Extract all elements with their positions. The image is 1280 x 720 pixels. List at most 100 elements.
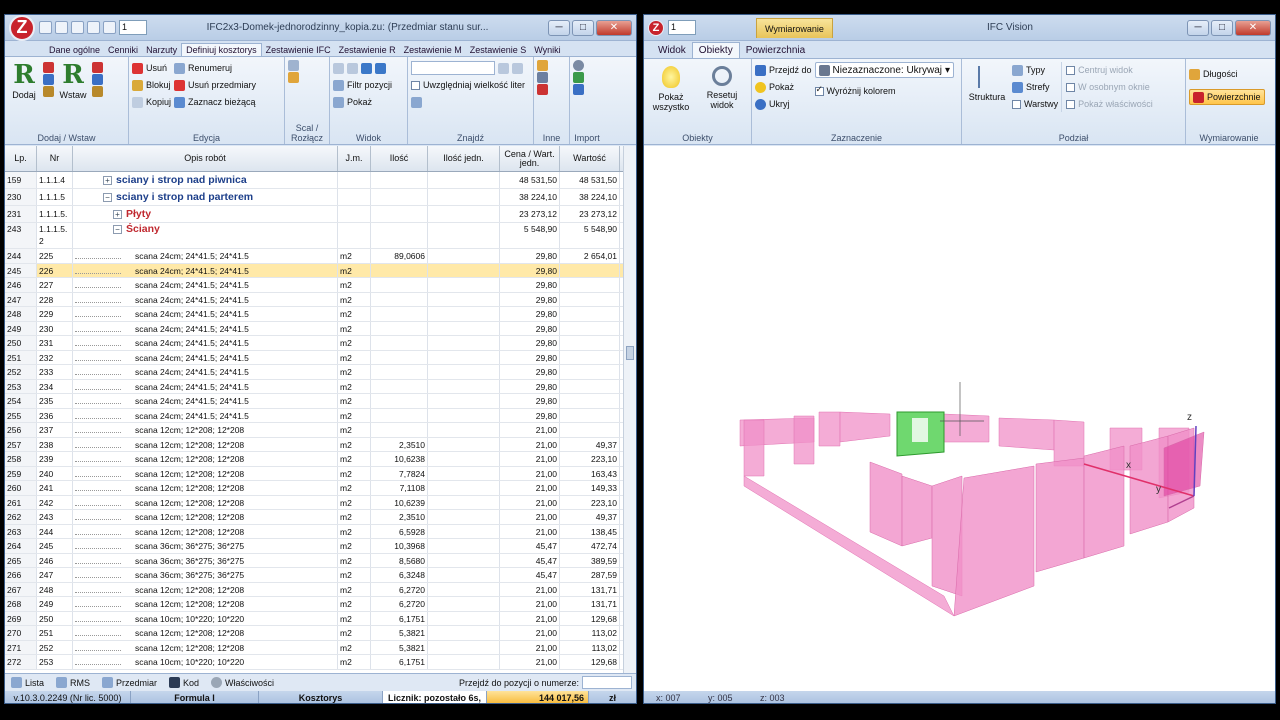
table-row[interactable]: 2311.1.1.5. 1 + Płyty 23 273,1223 273,12: [5, 206, 636, 223]
e-icon[interactable]: [43, 62, 54, 73]
arrow-up-icon[interactable]: [361, 62, 372, 74]
table-row[interactable]: 267 248 scana 12cm; 12*208; 12*208 m2 6,2720…: [5, 582, 636, 597]
usun-button[interactable]: Usuń: [132, 60, 171, 76]
new-file-icon[interactable]: [39, 21, 52, 34]
building-model[interactable]: x y z: [644, 146, 1275, 691]
przejdz-do-button[interactable]: Przejdź do: [755, 62, 812, 78]
tab-rms[interactable]: RMS: [56, 677, 90, 688]
right-spinner[interactable]: 1: [668, 20, 696, 35]
powierzchnie-button[interactable]: Powierzchnie: [1189, 89, 1265, 105]
table-row[interactable]: 254 235 scana 24cm; 24*41.5; 24*41.5 m2 29,8…: [5, 394, 636, 409]
usun-przedmiary-button[interactable]: Usuń przedmiary: [174, 77, 256, 93]
resetuj-widok-button[interactable]: Resetuj widok: [698, 62, 746, 110]
e2-icon[interactable]: [92, 62, 103, 73]
context-tab-wymiarowanie[interactable]: Wymiarowanie: [756, 17, 833, 38]
table-row[interactable]: 262 243 scana 12cm; 12*208; 12*208 m2 2,3510…: [5, 510, 636, 525]
table-row[interactable]: 255 236 scana 24cm; 24*41.5; 24*41.5 m2 29,8…: [5, 408, 636, 423]
table-row[interactable]: 253 234 scana 24cm; 24*41.5; 24*41.5 m2 29,8…: [5, 379, 636, 394]
table-row[interactable]: 261 242 scana 12cm; 12*208; 12*208 m2 10,623…: [5, 495, 636, 510]
header-wartosc[interactable]: Wartość: [560, 146, 620, 171]
arrow-right-icon[interactable]: [347, 62, 358, 74]
strefy-button[interactable]: Strefy: [1012, 79, 1058, 95]
table-row[interactable]: 249 230 scana 24cm; 24*41.5; 24*41.5 m2 29,8…: [5, 321, 636, 336]
wstaw-button[interactable]: R Wstaw: [57, 60, 89, 100]
header-ilosc-jedn[interactable]: Ilość jedn.: [428, 146, 500, 171]
wall-segment[interactable]: [953, 465, 1035, 617]
tab-kod[interactable]: Kod: [169, 677, 199, 688]
typy-button[interactable]: Typy: [1012, 62, 1058, 78]
wyroznij-box[interactable]: [814, 84, 824, 96]
table-row[interactable]: 266 247 scana 36cm; 36*275; 36*275 m2 6,3248…: [5, 568, 636, 583]
tab-zestawienie-m[interactable]: Zestawienie M: [400, 44, 466, 56]
tab-wlasciwosci[interactable]: Właściwości: [211, 677, 274, 688]
kopiuj-button[interactable]: Kopiuj: [132, 94, 171, 110]
table-row[interactable]: 257 238 scana 12cm; 12*208; 12*208 m2 2,3510…: [5, 437, 636, 452]
header-lp[interactable]: Lp.: [5, 146, 37, 171]
open-icon[interactable]: [55, 21, 68, 34]
table-row[interactable]: 244 225 scana 24cm; 24*41.5; 24*41.5 m2 89,0…: [5, 249, 636, 264]
tab-lista[interactable]: Lista: [11, 677, 44, 688]
table-row[interactable]: 251 232 scana 24cm; 24*41.5; 24*41.5 m2 29,8…: [5, 350, 636, 365]
table-row[interactable]: 264 245 scana 36cm; 36*275; 36*275 m2 10,396…: [5, 539, 636, 554]
tab-narzuty[interactable]: Narzuty: [142, 44, 181, 56]
case-checkbox-box[interactable]: [411, 80, 420, 90]
right-minimize-button[interactable]: ─: [1187, 19, 1209, 36]
pokaz-obj-button[interactable]: Pokaż: [755, 79, 812, 95]
expand-icon[interactable]: +: [103, 176, 112, 185]
scroll-thumb[interactable]: [626, 346, 634, 360]
wall-segment[interactable]: [1035, 457, 1085, 573]
table-row[interactable]: 252 233 scana 24cm; 24*41.5; 24*41.5 m2 29,8…: [5, 365, 636, 380]
m2-icon[interactable]: [92, 86, 103, 97]
undo-icon[interactable]: [103, 21, 116, 34]
folder-icon[interactable]: [537, 60, 548, 71]
tab-obiekty[interactable]: Obiekty: [691, 42, 740, 58]
right-maximize-button[interactable]: □: [1211, 19, 1233, 36]
tab-zestawienie-ifc[interactable]: Zestawienie IFC: [262, 44, 335, 56]
arrow-down-icon[interactable]: [375, 62, 386, 74]
header-cena[interactable]: Cena / Wart. jedn.: [500, 146, 560, 171]
tab-zestawienie-r[interactable]: Zestawienie R: [335, 44, 400, 56]
tab-powierzchnia[interactable]: Powierzchnia: [740, 43, 811, 58]
r2-icon[interactable]: [92, 74, 103, 85]
header-jm[interactable]: J.m.: [338, 146, 371, 171]
table-row[interactable]: 250 231 scana 24cm; 24*41.5; 24*41.5 m2 29,8…: [5, 336, 636, 351]
pokaz-button[interactable]: Pokaż: [333, 94, 392, 110]
tab-wyniki[interactable]: Wyniki: [530, 44, 564, 56]
app-logo-icon[interactable]: Z: [9, 15, 35, 41]
m-icon[interactable]: [43, 86, 54, 97]
tab-widok[interactable]: Widok: [652, 43, 692, 58]
tab-zestawienie-s[interactable]: Zestawienie S: [466, 44, 531, 56]
arrow-left-icon[interactable]: [333, 62, 344, 74]
calc-icon[interactable]: [537, 72, 548, 83]
header-ilosc[interactable]: Ilość: [371, 146, 428, 171]
search-next-icon[interactable]: [512, 62, 523, 74]
table-row[interactable]: 245 226 scana 24cm; 24*41.5; 24*41.5 m2 29,8…: [5, 263, 636, 278]
table-row[interactable]: 258 239 scana 12cm; 12*208; 12*208 m2 10,623…: [5, 452, 636, 467]
table-row[interactable]: 246 227 scana 24cm; 24*41.5; 24*41.5 m2 29,8…: [5, 278, 636, 293]
table-row[interactable]: 243 1.1.1.5. 2− Ściany 5 548,90 5 548,90: [5, 223, 636, 249]
pokaz-wl-checkbox[interactable]: Pokaż właściwości: [1066, 96, 1153, 112]
dlugosci-button[interactable]: Długości: [1189, 66, 1265, 82]
filtr-pozycji-button[interactable]: Filtr pozycji: [333, 77, 392, 93]
tools-icon[interactable]: [537, 84, 548, 95]
wall-segment[interactable]: [839, 411, 891, 443]
table-row[interactable]: 248 229 scana 24cm; 24*41.5; 24*41.5 m2 29,8…: [5, 307, 636, 322]
merge-icon[interactable]: [288, 60, 299, 71]
tab-przedmiar[interactable]: Przedmiar: [102, 677, 157, 688]
table-row[interactable]: 263 244 scana 12cm; 12*208; 12*208 m2 6,5928…: [5, 524, 636, 539]
right-close-button[interactable]: ✕: [1235, 19, 1271, 36]
ukryj-button[interactable]: Ukryj: [755, 96, 812, 112]
wall-segment[interactable]: [1129, 435, 1169, 535]
vertical-scrollbar[interactable]: [623, 146, 636, 673]
wall-segment[interactable]: [943, 413, 990, 443]
uwzgledniaj-checkbox[interactable]: Uwzględniaj wielkość liter: [411, 77, 525, 93]
znajdz-options[interactable]: [411, 94, 525, 110]
page-spinner[interactable]: 1: [119, 20, 147, 35]
expand-icon[interactable]: +: [113, 210, 122, 219]
table-row[interactable]: 230 1.1.1.5− sciany i strop nad parterem 38…: [5, 189, 636, 206]
wall-segment[interactable]: [818, 411, 841, 447]
table-row[interactable]: 260 241 scana 12cm; 12*208; 12*208 m2 7,1108…: [5, 481, 636, 496]
osobnym-box[interactable]: [1066, 82, 1076, 92]
centruj-box[interactable]: [1066, 65, 1076, 75]
tab-dane-ogolne[interactable]: Dane ogólne: [45, 44, 104, 56]
